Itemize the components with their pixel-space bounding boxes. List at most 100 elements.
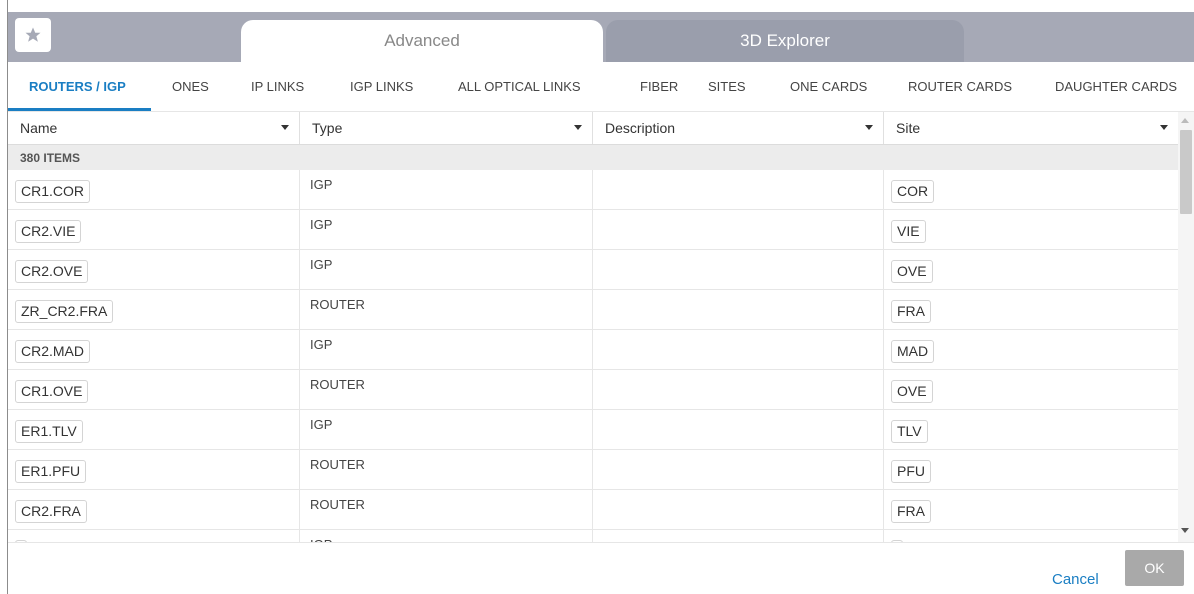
sort-caret-icon[interactable] [574,125,582,130]
type-text: IGP [310,177,333,192]
subtab-sites[interactable]: SITES [708,62,746,111]
name-chip[interactable]: CR2.FRA [15,500,87,523]
subtab-ip-links[interactable]: IP LINKS [251,62,304,111]
table-row[interactable]: ER1.TLV IGP TLV [8,410,1178,450]
name-chip[interactable]: CR1.COR [15,180,91,203]
tab-3d-explorer[interactable]: 3D Explorer [606,20,964,62]
subtab-daughter-cards[interactable]: DAUGHTER CARDS [1055,62,1177,111]
column-label: Type [312,120,343,136]
cell-name: CR2.FRA [8,490,300,529]
subtab-routers-igp[interactable]: ROUTERS / IGP [29,62,126,111]
name-chip[interactable]: CR2.VIE [15,220,82,243]
column-header-site[interactable]: Site [884,112,1178,144]
table-row[interactable]: ZR_CR2.FRA ROUTER FRA [8,290,1178,330]
scrollbar-thumb[interactable] [1180,130,1192,214]
cell-name: CR1.COR [8,170,300,209]
cell-type: ROUTER [300,370,593,409]
name-chip[interactable]: ZR_CR2.FRA [15,300,114,323]
cell-site: COR [884,170,1178,209]
subtab-ones[interactable]: ONES [172,62,209,111]
subtab-igp-links[interactable]: IGP LINKS [350,62,413,111]
site-chip[interactable]: TLV [891,420,928,443]
cell-name: CR2.MAD [8,330,300,369]
footer-divider [8,542,1194,543]
sort-caret-icon[interactable] [865,125,873,130]
cell-site: OVE [884,250,1178,289]
cell-name: CR2.VIE [8,210,300,249]
site-chip[interactable]: OVE [891,260,933,283]
cell-type: ROUTER [300,490,593,529]
name-chip[interactable]: ER1.PFU [15,460,87,483]
active-tab-indicator [8,108,151,111]
type-text: ROUTER [310,377,365,392]
subtab-router-cards[interactable]: ROUTER CARDS [908,62,1012,111]
column-header-name[interactable]: Name [8,112,300,144]
cell-description [593,450,884,489]
site-chip[interactable]: FRA [891,500,931,523]
name-chip[interactable]: CR1.OVE [15,380,89,403]
cancel-button[interactable]: Cancel [1052,571,1099,588]
cell-type: IGP [300,210,593,249]
site-chip[interactable]: MAD [891,340,935,363]
favorite-button[interactable] [15,18,51,52]
table-row[interactable]: CR2.OVE IGP OVE [8,250,1178,290]
table-row[interactable]: ER1.PFU ROUTER PFU [8,450,1178,490]
cell-type: IGP [300,410,593,449]
name-chip[interactable]: CR2.MAD [15,340,91,363]
cell-type: ROUTER [300,450,593,489]
group-row: 380 ITEMS [8,145,1178,170]
cell-description [593,370,884,409]
site-chip[interactable]: VIE [891,220,926,243]
site-chip[interactable]: PFU [891,460,931,483]
cell-name: CR1.OVE [8,370,300,409]
site-chip[interactable]: OVE [891,380,933,403]
subtab-bar: ROUTERS / IGP ONES IP LINKS IGP LINKS AL… [8,62,1194,112]
column-label: Site [896,120,921,136]
site-chip[interactable]: FRA [891,300,931,323]
cell-description [593,210,884,249]
table-row[interactable]: CR2.MAD IGP MAD [8,330,1178,370]
cell-name: ZR_CR2.FRA [8,290,300,329]
sort-caret-icon[interactable] [1160,125,1168,130]
subtab-all-optical-links[interactable]: ALL OPTICAL LINKS [458,62,581,111]
cell-name: ER1.TLV [8,410,300,449]
table-row[interactable]: CR1.OVE ROUTER OVE [8,370,1178,410]
cell-site: FRA [884,490,1178,529]
type-text: ROUTER [310,457,365,472]
table-row[interactable]: CR2.VIE IGP VIE [8,210,1178,250]
cell-site: MAD [884,330,1178,369]
type-text: IGP [310,257,333,272]
column-header-description[interactable]: Description [593,112,884,144]
column-label: Description [605,120,676,136]
cell-description [593,330,884,369]
cell-type: IGP [300,250,593,289]
table-row[interactable]: IGP [8,530,1178,542]
sort-caret-icon[interactable] [281,125,289,130]
cell-site: FRA [884,290,1178,329]
cell-description [593,490,884,529]
cell-site: TLV [884,410,1178,449]
cell-description [593,290,884,329]
table-body: CR1.COR IGP COR CR2.VIE IGP VIE CR2.OVE IGP OVE Z… [8,170,1178,542]
subtab-one-cards[interactable]: ONE CARDS [790,62,867,111]
item-count: 380 ITEMS [20,150,81,165]
ok-button[interactable]: OK [1125,550,1184,586]
cell-type: IGP [300,330,593,369]
tab-advanced[interactable]: Advanced [241,20,603,62]
column-header-type[interactable]: Type [300,112,593,144]
subtab-fiber[interactable]: FIBER [640,62,678,111]
cell-name: CR2.OVE [8,250,300,289]
star-icon [25,27,41,42]
scroll-down-icon[interactable] [1181,528,1189,533]
table-header: Name Type Description Site [8,112,1178,145]
cell-site: PFU [884,450,1178,489]
name-chip[interactable]: ER1.TLV [15,420,83,443]
scroll-up-icon[interactable] [1181,118,1189,123]
name-chip[interactable]: CR2.OVE [15,260,89,283]
site-chip[interactable]: COR [891,180,935,203]
type-text: IGP [310,417,333,432]
cell-description [593,250,884,289]
table-row[interactable]: CR2.FRA ROUTER FRA [8,490,1178,530]
table-row[interactable]: CR1.COR IGP COR [8,170,1178,210]
type-text: IGP [310,337,333,352]
